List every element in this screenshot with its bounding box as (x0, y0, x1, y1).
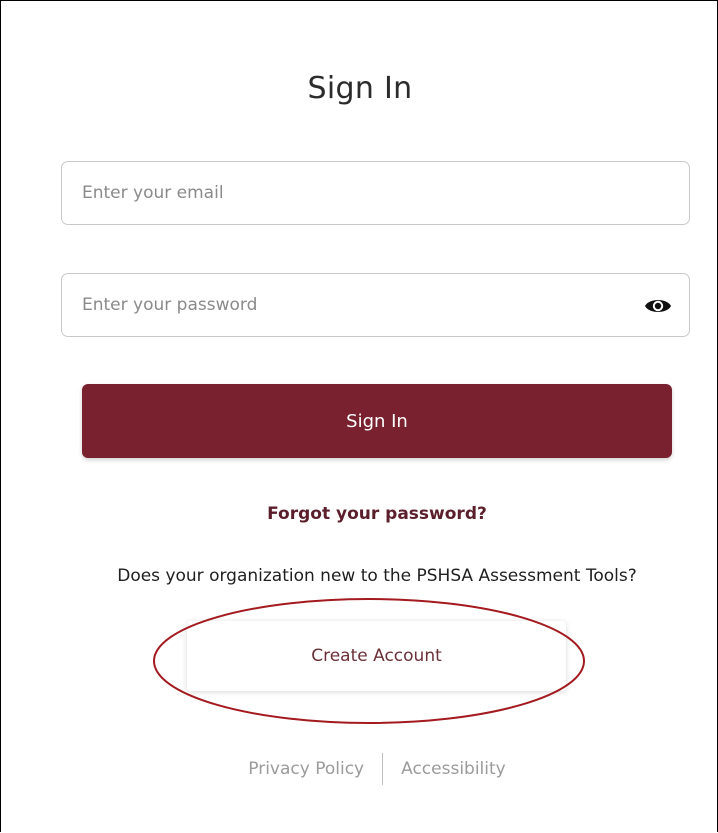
accessibility-link[interactable]: Accessibility (383, 759, 524, 779)
email-field[interactable] (62, 162, 689, 224)
email-field-container (61, 161, 690, 225)
create-account-button[interactable]: Create Account (187, 621, 566, 691)
password-field-container (61, 273, 690, 337)
eye-icon[interactable] (643, 294, 673, 318)
login-panel: Sign In Sign In Forgot your password? Do… (0, 0, 718, 832)
page-title: Sign In (307, 71, 413, 106)
password-field[interactable] (62, 274, 689, 336)
privacy-policy-link[interactable]: Privacy Policy (230, 759, 382, 779)
forgot-password-link[interactable]: Forgot your password? (1, 504, 718, 524)
new-organization-question: Does your organization new to the PSHSA … (117, 566, 637, 586)
sign-in-button[interactable]: Sign In (82, 384, 672, 458)
footer-links: Privacy Policy Accessibility (1, 753, 718, 785)
